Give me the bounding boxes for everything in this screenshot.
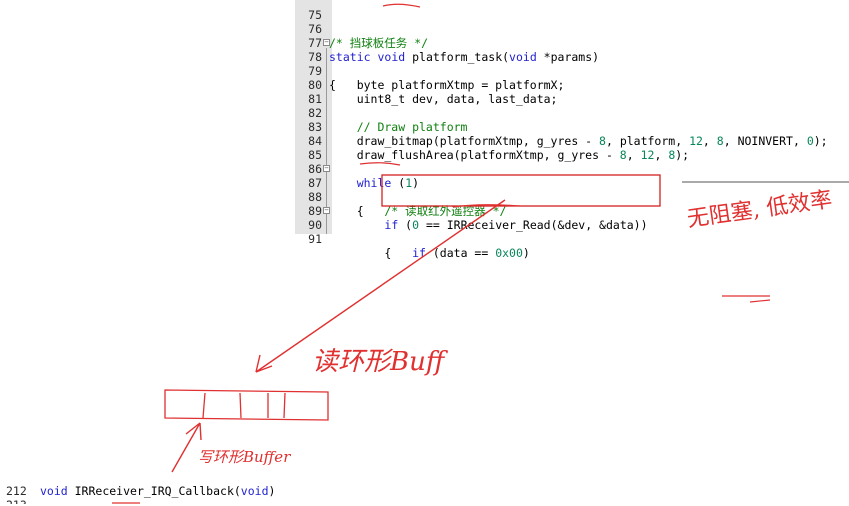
highlight-box <box>381 174 661 207</box>
note-right-line1: 无阻塞, 低效率 <box>686 187 834 232</box>
handwritten-annotations: 无阻塞, 低效率 读环形Buff 写环形Buffer <box>112 3 849 504</box>
arrow-write <box>171 422 201 473</box>
arrow-head-icon <box>255 354 273 373</box>
note-read-buffer: 读环形Buff <box>312 347 449 377</box>
underline-mark <box>382 3 421 8</box>
ring-buffer-cells <box>202 392 286 419</box>
note-write-buffer: 写环形Buffer <box>198 448 291 466</box>
underline-mark <box>359 162 401 166</box>
ring-buffer-drawing <box>164 389 329 421</box>
underline-mark <box>722 295 771 303</box>
